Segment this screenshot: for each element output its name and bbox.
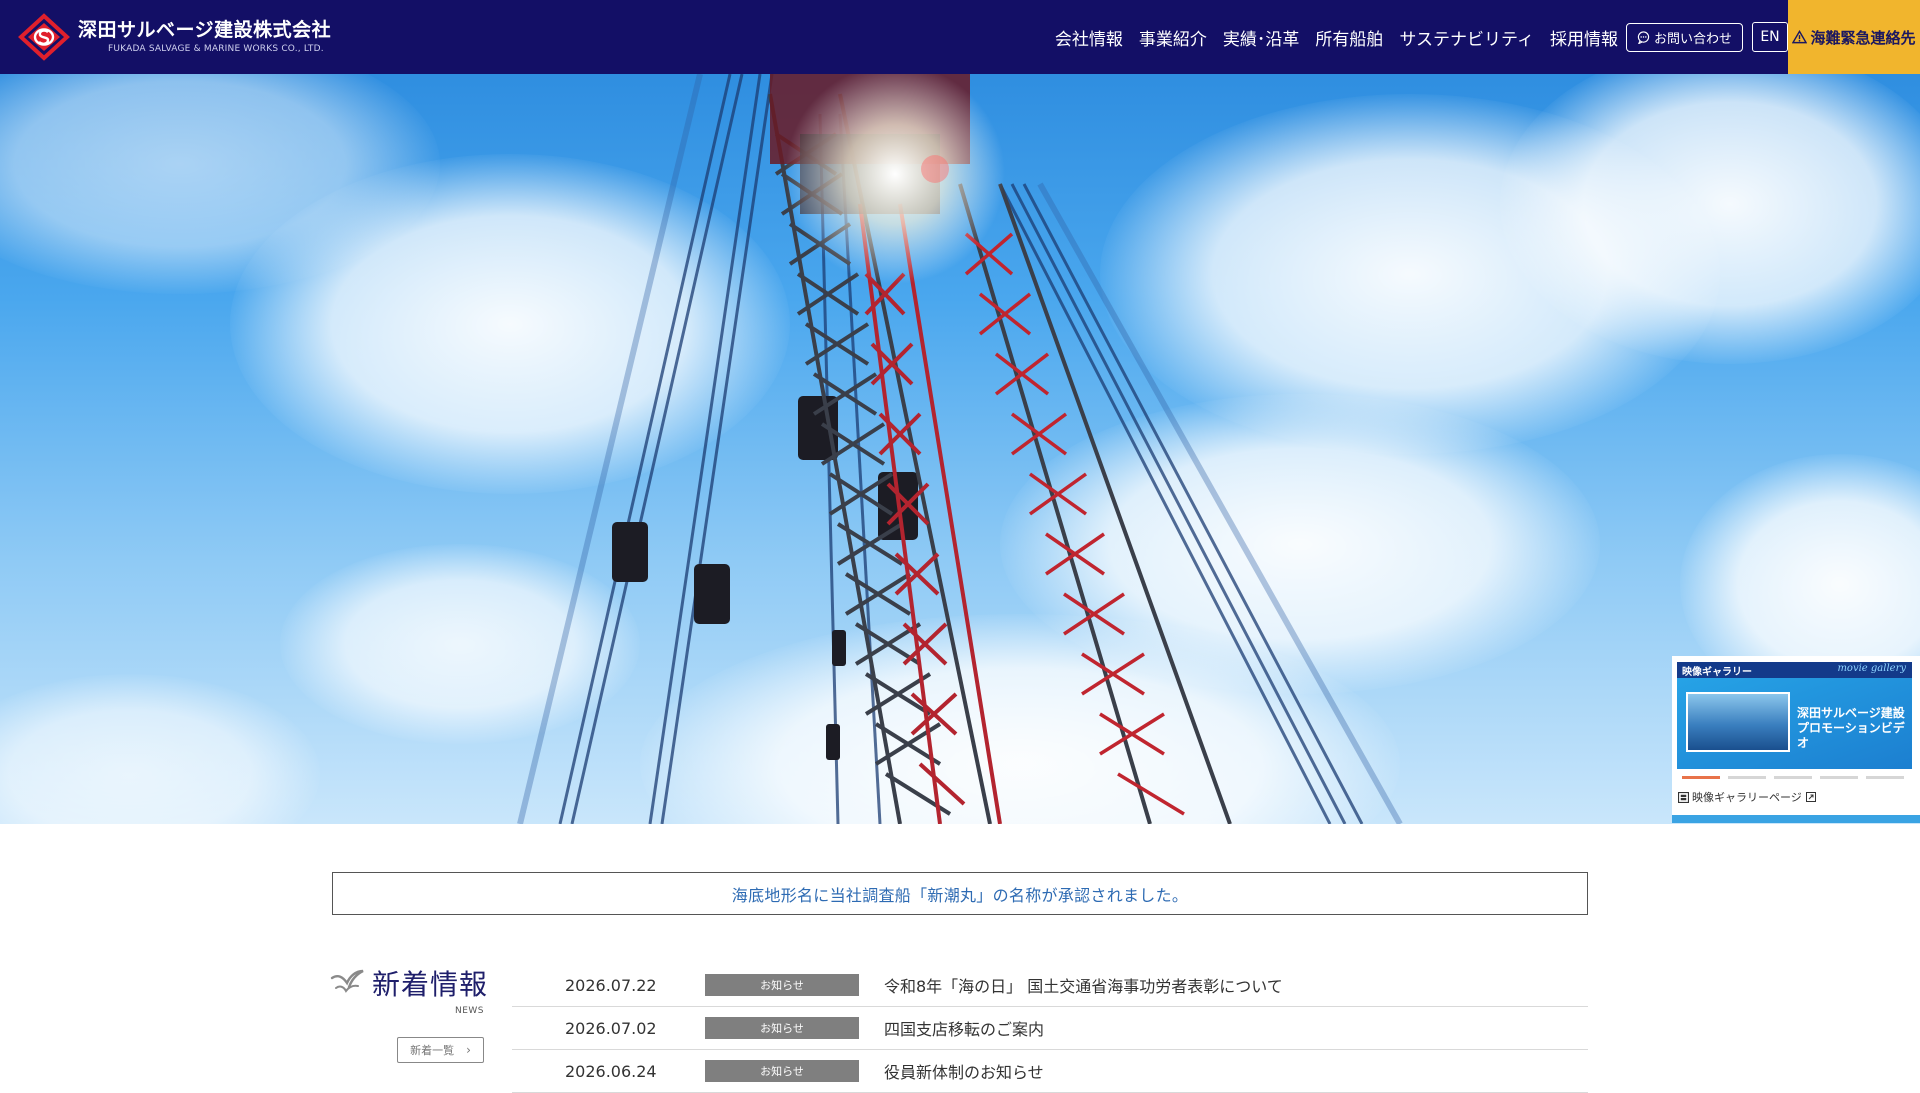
nav-item-company[interactable]: 会社情報 — [1055, 25, 1123, 50]
gallery-pagination — [1682, 776, 1912, 779]
gallery-header-en: movie gallery — [1837, 663, 1906, 674]
gallery-bottom-strip — [1672, 815, 1920, 823]
gallery-dot[interactable] — [1820, 776, 1858, 779]
warning-icon — [1792, 30, 1808, 44]
company-logo[interactable]: 深田サルベージ建設株式会社 FUKADA SALVAGE & MARINE WO… — [16, 0, 331, 74]
news-list: 2026.07.22 お知らせ 令和8年「海の日」 国土交通省海事功労者表彰につ… — [512, 964, 1588, 1093]
news-date: 2026.06.24 — [565, 1061, 657, 1081]
nav-item-history[interactable]: 実績･沿革 — [1223, 25, 1300, 50]
nav-item-recruit[interactable]: 採用情報 — [1550, 25, 1618, 50]
gallery-dot[interactable] — [1774, 776, 1812, 779]
gallery-banner[interactable]: 映像ギャラリー movie gallery 深田サルベージ建設 プロモーションビ… — [1677, 662, 1912, 769]
gallery-thumbnail — [1686, 692, 1790, 752]
site-header: 深田サルベージ建設株式会社 FUKADA SALVAGE & MARINE WO… — [0, 0, 1920, 74]
seagull-icon — [330, 969, 364, 993]
contact-label: お問い合わせ — [1653, 31, 1732, 47]
news-category-badge: お知らせ — [705, 1060, 859, 1082]
contact-button[interactable]: お問い合わせ — [1625, 22, 1743, 52]
video-gallery-widget: 映像ギャラリー movie gallery 深田サルベージ建設 プロモーションビ… — [1672, 656, 1920, 823]
logo-mark-icon — [18, 13, 70, 61]
news-date: 2026.07.02 — [565, 1018, 657, 1038]
news-item[interactable]: 2026.07.22 お知らせ 令和8年「海の日」 国土交通省海事功労者表彰につ… — [512, 964, 1588, 1007]
external-link-icon — [1805, 792, 1816, 802]
notice-banner[interactable]: 海底地形名に当社調査船「新潮丸」の名称が承認されました。 — [332, 872, 1588, 915]
company-name-en: FUKADA SALVAGE & MARINE WORKS CO., LTD. — [108, 44, 324, 54]
news-category-badge: お知らせ — [705, 974, 859, 996]
nav-item-business[interactable]: 事業紹介 — [1139, 25, 1207, 50]
gallery-header: 映像ギャラリー movie gallery — [1677, 662, 1912, 678]
gallery-dot[interactable] — [1682, 776, 1720, 779]
nav-item-vessels[interactable]: 所有船舶 — [1315, 25, 1383, 50]
gallery-page-link[interactable]: 映像ギャラリーページ — [1678, 789, 1816, 805]
news-headline: 役員新体制のお知らせ — [884, 1063, 1044, 1082]
language-en-button[interactable]: EN — [1752, 22, 1788, 52]
news-item[interactable]: 2026.06.24 お知らせ 役員新体制のお知らせ — [512, 1050, 1588, 1093]
gallery-dot[interactable] — [1728, 776, 1766, 779]
gallery-banner-title: 深田サルベージ建設 プロモーションビデオ — [1797, 706, 1905, 750]
news-headline: 四国支店移転のご案内 — [884, 1020, 1045, 1039]
news-all-label: 新着一覧 — [410, 1044, 455, 1057]
news-all-button[interactable]: 新着一覧 › — [397, 1037, 484, 1063]
crane-illustration — [517, 74, 1403, 824]
chevron-right-icon: › — [466, 1043, 471, 1057]
news-category-badge: お知らせ — [705, 1017, 859, 1039]
emergency-contact-button[interactable]: 海難緊急連絡先 — [1788, 0, 1920, 74]
company-name: 深田サルベージ建設株式会社 — [78, 19, 332, 41]
gallery-dot[interactable] — [1866, 776, 1904, 779]
news-subtitle: NEWS — [454, 1006, 484, 1016]
nav-item-sustainability[interactable]: サステナビリティ — [1399, 25, 1534, 50]
news-title: 新着情報 — [372, 968, 489, 1001]
news-item[interactable]: 2026.07.02 お知らせ 四国支店移転のご案内 — [512, 1007, 1588, 1050]
news-heading: 新着情報 NEWS — [330, 962, 489, 1022]
news-headline: 令和8年「海の日」 国土交通省海事功労者表彰について — [884, 977, 1283, 996]
main-nav: 会社情報 事業紹介 実績･沿革 所有船舶 サステナビリティ 採用情報 お問い合わ… — [1039, 0, 1788, 74]
gallery-header-jp: 映像ギャラリー — [1682, 667, 1752, 678]
gallery-link-label: 映像ギャラリーページ — [1692, 791, 1802, 804]
hero-image: 映像ギャラリー movie gallery 深田サルベージ建設 プロモーションビ… — [0, 74, 1920, 824]
film-icon — [1678, 791, 1689, 803]
news-date: 2026.07.22 — [565, 975, 657, 995]
emergency-label: 海難緊急連絡先 — [1810, 28, 1916, 47]
chat-icon — [1637, 30, 1650, 44]
